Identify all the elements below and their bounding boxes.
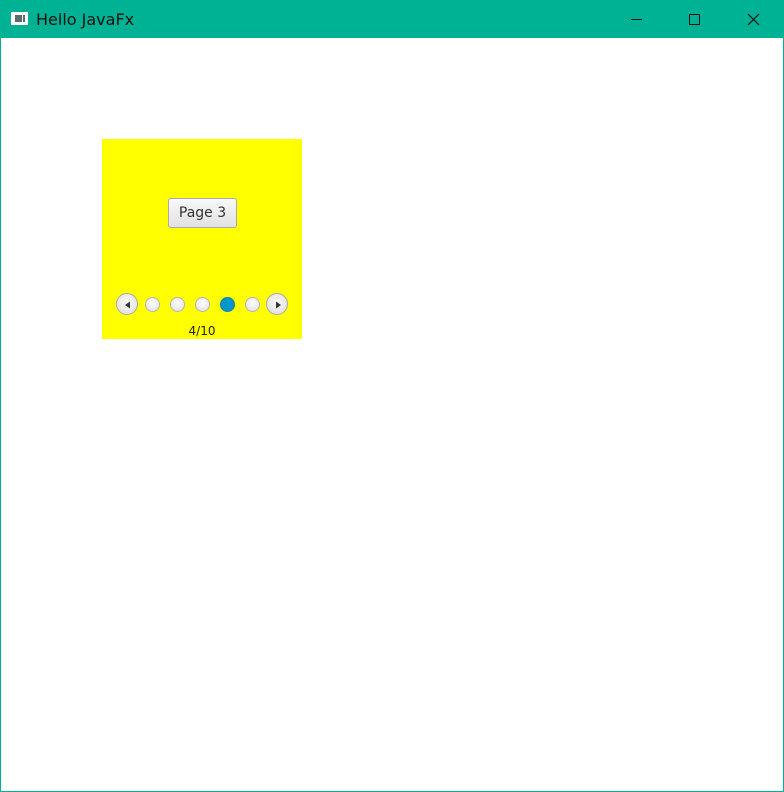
- previous-page-button[interactable]: [116, 293, 138, 315]
- minimize-icon: [631, 19, 642, 20]
- close-icon: [747, 13, 760, 26]
- close-button[interactable]: [723, 1, 781, 38]
- page-indicator[interactable]: [145, 297, 160, 312]
- chevron-left-icon: [125, 301, 130, 309]
- pagination-control: Page 3 4/10: [102, 139, 302, 339]
- minimize-button[interactable]: [607, 1, 665, 38]
- title-bar[interactable]: Hello JavaFx: [1, 1, 783, 38]
- window-title: Hello JavaFx: [36, 10, 135, 29]
- page-indicator[interactable]: [170, 297, 185, 312]
- app-icon[interactable]: [11, 12, 28, 25]
- maximize-icon: [689, 14, 700, 25]
- page-info-label: 4/10: [188, 324, 216, 338]
- next-page-button[interactable]: [266, 293, 288, 315]
- page-indicator[interactable]: [195, 297, 210, 312]
- app-window: Hello JavaFx Page 3 4/10: [0, 0, 784, 792]
- page-indicator-active[interactable]: [220, 297, 235, 312]
- chevron-right-icon: [276, 301, 281, 309]
- maximize-button[interactable]: [665, 1, 723, 38]
- page-indicator[interactable]: [245, 297, 260, 312]
- page-content-button[interactable]: Page 3: [168, 198, 237, 228]
